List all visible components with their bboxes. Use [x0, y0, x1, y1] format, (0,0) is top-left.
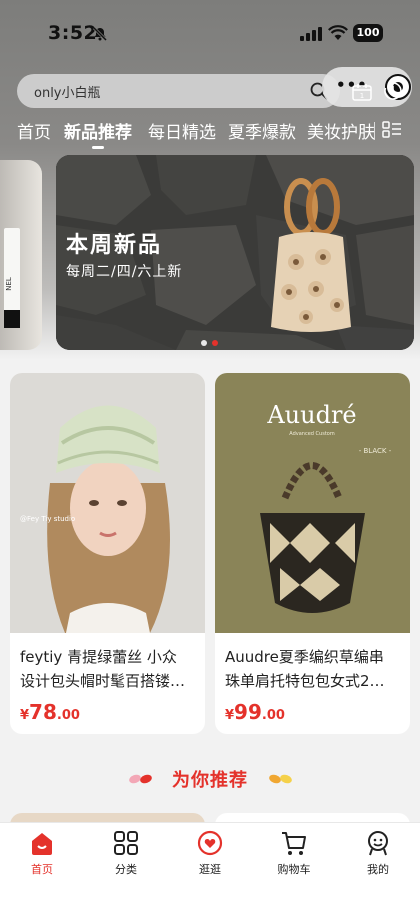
- product-price: ¥99.00: [225, 700, 285, 724]
- brand-logo: Auudré: [266, 401, 356, 429]
- nav-label: 购物车: [277, 863, 311, 876]
- nav-cart[interactable]: 购物车: [252, 829, 336, 877]
- active-tab-indicator: [92, 146, 104, 149]
- profile-icon: [368, 831, 388, 856]
- woven-bag-photo: Auudré Advanced Custom - BLACK -: [215, 373, 410, 633]
- carousel-indicator: [201, 331, 223, 350]
- product-image: Auudré Advanced Custom - BLACK -: [215, 373, 410, 633]
- nav-home[interactable]: 首页: [0, 829, 84, 877]
- carousel-dot: [201, 340, 207, 346]
- product-title: Auudre夏季编织草编串 珠单肩托特包包女式2…: [225, 645, 403, 693]
- cellular-signal-icon: [300, 27, 322, 41]
- tab-summer-hits[interactable]: 夏季爆款: [228, 118, 296, 143]
- skincare-bottle-image: [4, 228, 20, 318]
- search-input-text[interactable]: only小白瓶: [34, 82, 101, 101]
- brand-tagline: Advanced Custom: [289, 431, 335, 437]
- nav-label: 首页: [31, 863, 53, 876]
- color-badge: - BLACK -: [359, 447, 392, 455]
- product-title: feytiy 青提绿蕾丝 小众 设计包头帽时髦百搭镂…: [20, 645, 198, 693]
- nav-label: 我的: [367, 863, 389, 876]
- product-price: ¥78.00: [20, 700, 80, 724]
- nav-label: 分类: [115, 863, 137, 876]
- product-title-line: 珠单肩托特包包女式2…: [225, 672, 385, 690]
- bottle-label: NEL: [4, 277, 13, 291]
- bottle-cap-image: [4, 310, 20, 328]
- tab-divider: [374, 122, 375, 140]
- price-decimal: .00: [56, 708, 80, 723]
- price-integer: 78: [29, 700, 57, 724]
- nav-browse[interactable]: 逛逛: [168, 829, 252, 877]
- bottom-navigation: 首页 分类 逛逛 购物车 我的: [0, 822, 420, 914]
- product-title-line: 设计包头帽时髦百搭镂…: [20, 672, 186, 690]
- product-card[interactable]: @Fey Tiy studio feytiy 青提绿蕾丝 小众 设计包头帽时髦百…: [10, 373, 205, 734]
- carousel-previous-card[interactable]: NEL: [0, 160, 42, 350]
- nav-profile[interactable]: 我的: [336, 829, 420, 877]
- home-icon: [32, 833, 52, 855]
- product-image: @Fey Tiy studio: [10, 373, 205, 633]
- calendar-icon[interactable]: 1: [352, 83, 372, 101]
- tab-beauty-skincare[interactable]: 美妆护肤: [307, 118, 375, 143]
- product-title-line: feytiy 青提绿蕾丝 小众: [20, 648, 177, 666]
- category-icon: [114, 831, 138, 855]
- crochet-bag-image: [271, 178, 351, 332]
- image-watermark: @Fey Tiy studio: [20, 515, 75, 523]
- status-time: 3:52: [48, 22, 98, 44]
- price-currency: ¥: [20, 708, 30, 723]
- tab-daily-picks[interactable]: 每日精选: [148, 118, 216, 143]
- battery-indicator: 100: [353, 24, 383, 42]
- leaf-decoration-icon: [129, 774, 152, 784]
- recents-icon[interactable]: [383, 81, 403, 101]
- status-bar: 3:52 100: [0, 0, 420, 68]
- browse-icon: [197, 830, 223, 856]
- price-decimal: .00: [261, 708, 285, 723]
- price-currency: ¥: [225, 708, 235, 723]
- all-categories-icon[interactable]: [382, 121, 402, 139]
- tab-home[interactable]: 首页: [17, 118, 51, 143]
- nav-label: 逛逛: [199, 863, 221, 876]
- product-card[interactable]: Auudré Advanced Custom - BLACK - Auudre夏…: [215, 373, 410, 734]
- recommend-title: 为你推荐: [172, 770, 248, 791]
- carousel-dot-active: [212, 340, 218, 346]
- product-title-line: Auudre夏季编织草编串: [225, 648, 384, 666]
- new-arrivals-banner[interactable]: 本周新品 每周二/四/六上新: [56, 155, 414, 350]
- cart-icon: [282, 832, 306, 855]
- tab-new-arrivals[interactable]: 新品推荐: [64, 118, 132, 143]
- silent-bell-icon: [92, 26, 108, 42]
- category-tabs: 首页 新品推荐 每日精选 夏季爆款 美妆护肤: [0, 118, 420, 154]
- recommend-section-header: 为你推荐: [0, 766, 420, 794]
- search-bar[interactable]: only小白瓶: [17, 74, 340, 108]
- banner-title: 本周新品: [66, 233, 163, 258]
- leaf-decoration-icon: [269, 774, 292, 784]
- svg-text:1: 1: [360, 92, 364, 100]
- banner-subtitle: 每周二/四/六上新: [66, 264, 183, 280]
- model-hat-photo: @Fey Tiy studio: [10, 373, 205, 633]
- price-integer: 99: [234, 700, 262, 724]
- nav-category[interactable]: 分类: [84, 829, 168, 877]
- wifi-icon: [328, 25, 348, 40]
